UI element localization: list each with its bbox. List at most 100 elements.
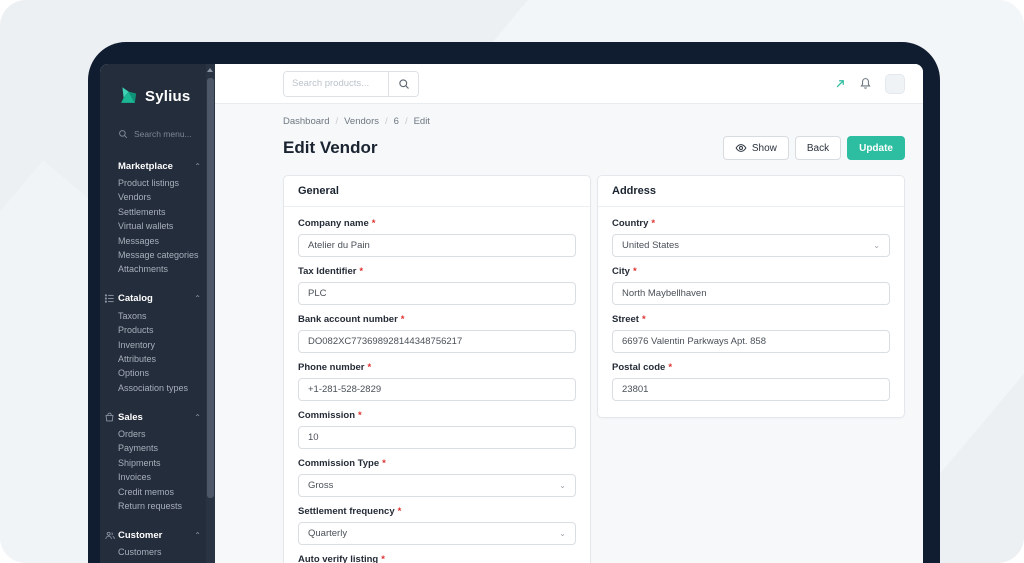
field-tax-identifier-input[interactable] xyxy=(298,282,576,305)
general-card: General Company name*Tax Identifier*Bank… xyxy=(283,175,591,563)
field-commission-input[interactable] xyxy=(298,426,576,449)
sidebar-item-association-types[interactable]: Association types xyxy=(118,381,201,395)
page-content: Dashboard / Vendors / 6 / Edit Edit Vendor Sho… xyxy=(215,104,923,563)
show-button-label: Show xyxy=(751,142,777,154)
field-street-input[interactable] xyxy=(612,330,890,353)
chevron-up-icon[interactable]: ⌃ xyxy=(194,294,201,303)
field-postal-code-input[interactable] xyxy=(612,378,890,401)
breadcrumb: Dashboard / Vendors / 6 / Edit xyxy=(283,116,905,127)
avatar[interactable] xyxy=(885,73,905,94)
users-icon xyxy=(104,529,116,541)
sidebar-section-label: Catalog xyxy=(118,293,153,305)
breadcrumb-item-edit[interactable]: Edit xyxy=(414,116,430,127)
field-label-auto-verify-listing: Auto verify listing * xyxy=(298,554,576,563)
topbar xyxy=(215,64,923,104)
product-search-button[interactable] xyxy=(388,71,418,96)
sidebar-section-label: Marketplace xyxy=(118,160,173,172)
sidebar-item-message-categories[interactable]: Message categories xyxy=(118,248,201,262)
field-city-input[interactable] xyxy=(612,282,890,305)
field-company-name-input[interactable] xyxy=(298,234,576,257)
field-settlement-frequency: Settlement frequency * Quarterly ⌄ xyxy=(298,506,576,545)
sidebar-item-payments[interactable]: Payments xyxy=(118,441,201,455)
chevron-up-icon[interactable]: ⌃ xyxy=(194,531,201,540)
sidebar-item-attributes[interactable]: Attributes xyxy=(118,352,201,366)
sidebar-section-catalog: Catalog ⌃ Taxons Products Inventory Attribute… xyxy=(104,289,201,395)
select-value: United States xyxy=(622,240,680,251)
breadcrumb-item-vendors[interactable]: Vendors xyxy=(344,116,379,127)
field-label-bank-account-number: Bank account number * xyxy=(298,314,576,325)
update-button[interactable]: Update xyxy=(847,136,905,160)
sidebar-item-taxons[interactable]: Taxons xyxy=(118,309,201,323)
sidebar-item-inventory[interactable]: Inventory xyxy=(118,338,201,352)
sidebar-item-virtual-wallets[interactable]: Virtual wallets xyxy=(118,219,201,233)
sidebar-item-customers[interactable]: Customers xyxy=(118,545,201,559)
required-asterisk: * xyxy=(400,314,405,325)
field-label-text: Commission xyxy=(298,410,356,421)
sidebar-item-invoices[interactable]: Invoices xyxy=(118,470,201,484)
brand-name: Sylius xyxy=(145,87,191,105)
field-label-text: Bank account number xyxy=(298,314,398,325)
field-country-select[interactable]: United States ⌄ xyxy=(612,234,890,257)
sidebar-scrollbar[interactable] xyxy=(206,64,215,563)
sidebar-item-vendors[interactable]: Vendors xyxy=(118,190,201,204)
product-search-input[interactable] xyxy=(284,71,388,96)
device-frame: Sylius Search menu... Marketplace ⌃ Produc… xyxy=(88,42,940,563)
field-commission-type-select[interactable]: Gross ⌄ xyxy=(298,474,576,497)
field-label-postal-code: Postal code * xyxy=(612,362,890,373)
sidebar-item-settlements[interactable]: Settlements xyxy=(118,205,201,219)
no-icon xyxy=(104,160,116,172)
field-phone-number-input[interactable] xyxy=(298,378,576,401)
sidebar-section-header-catalog[interactable]: Catalog ⌃ xyxy=(104,289,201,309)
sidebar-search[interactable]: Search menu... xyxy=(118,124,201,144)
select-value: Quarterly xyxy=(308,528,348,539)
sidebar-item-return-requests[interactable]: Return requests xyxy=(118,499,201,513)
sidebar-section-header-marketplace[interactable]: Marketplace ⌃ xyxy=(118,156,201,176)
brand-logo[interactable]: Sylius xyxy=(118,76,201,116)
field-label-tax-identifier: Tax Identifier * xyxy=(298,266,576,277)
external-link-icon[interactable] xyxy=(835,78,846,89)
page-title: Edit Vendor xyxy=(283,138,378,157)
back-button-label: Back xyxy=(806,142,830,154)
field-commission: Commission * xyxy=(298,410,576,449)
sidebar-search-placeholder: Search menu... xyxy=(134,129,192,139)
field-bank-account-number-input[interactable] xyxy=(298,330,576,353)
required-asterisk: * xyxy=(382,458,386,469)
chevron-up-icon[interactable]: ⌃ xyxy=(194,413,201,422)
scrollbar-thumb[interactable] xyxy=(207,78,214,498)
sidebar-section-label: Customer xyxy=(118,529,163,541)
sidebar: Sylius Search menu... Marketplace ⌃ Produc… xyxy=(100,64,215,563)
field-company-name: Company name * xyxy=(298,218,576,257)
field-label-country: Country * xyxy=(612,218,890,229)
sidebar-item-messages[interactable]: Messages xyxy=(118,234,201,248)
sidebar-item-shipments[interactable]: Shipments xyxy=(118,456,201,470)
field-street: Street * xyxy=(612,314,890,353)
required-asterisk: * xyxy=(651,218,656,229)
field-label-text: Tax Identifier xyxy=(298,266,357,277)
sidebar-section-sales: Sales ⌃ Orders Payments Shipments Invoices Cre… xyxy=(105,407,201,513)
breadcrumb-item-dashboard[interactable]: Dashboard xyxy=(283,116,329,127)
breadcrumb-item-6[interactable]: 6 xyxy=(394,116,399,127)
field-city: City * xyxy=(612,266,890,305)
field-tax-identifier: Tax Identifier * xyxy=(298,266,576,305)
field-postal-code: Postal code * xyxy=(612,362,890,401)
field-label-text: Auto verify listing xyxy=(298,554,379,563)
select-value: Gross xyxy=(308,480,334,491)
field-settlement-frequency-select[interactable]: Quarterly ⌄ xyxy=(298,522,576,545)
sidebar-section-header-sales[interactable]: Sales ⌃ xyxy=(105,407,201,427)
sidebar-section-header-customer[interactable]: Customer ⌃ xyxy=(105,525,201,545)
show-button[interactable]: Show xyxy=(722,136,789,160)
sidebar-item-attachments[interactable]: Attachments xyxy=(118,262,201,276)
required-asterisk: * xyxy=(397,506,402,517)
sidebar-item-credit-memos[interactable]: Credit memos xyxy=(118,485,201,499)
sidebar-item-options[interactable]: Options xyxy=(118,366,201,380)
chevron-up-icon[interactable]: ⌃ xyxy=(194,162,201,171)
notifications-bell-icon[interactable] xyxy=(859,77,872,90)
field-label-phone-number: Phone number * xyxy=(298,362,576,373)
back-button[interactable]: Back xyxy=(794,136,842,160)
sidebar-item-orders[interactable]: Orders xyxy=(118,427,201,441)
sidebar-section-customer: Customer⌃CustomersGroups xyxy=(105,525,201,563)
scrollbar-up-arrow[interactable] xyxy=(207,68,213,72)
sidebar-item-product-listings[interactable]: Product listings xyxy=(118,176,201,190)
sidebar-item-products[interactable]: Products xyxy=(118,323,201,337)
swan-logo-icon xyxy=(118,85,138,107)
